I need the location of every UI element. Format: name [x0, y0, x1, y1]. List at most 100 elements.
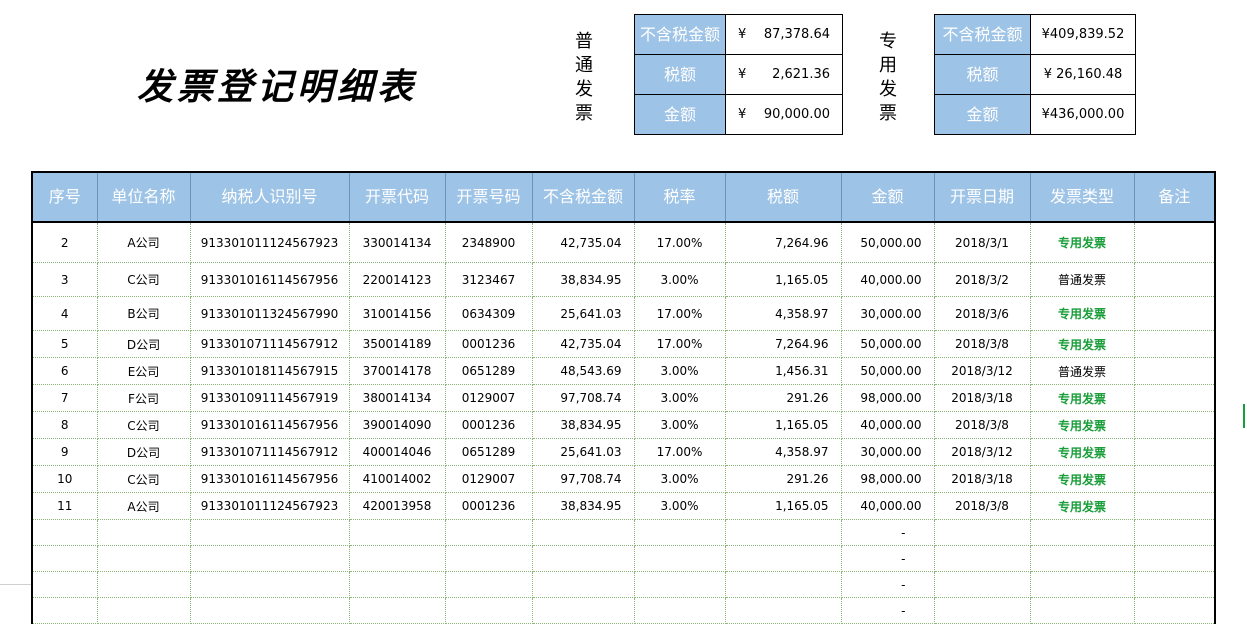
cell-pretax[interactable]: 38,834.95: [531, 262, 635, 297]
cell-note[interactable]: [1133, 357, 1216, 385]
cell-number[interactable]: 0651289: [444, 357, 533, 385]
cell-date[interactable]: 2018/3/6: [933, 296, 1031, 331]
cell-tax[interactable]: [724, 571, 842, 598]
cell-type[interactable]: 专用发票: [1029, 492, 1135, 520]
cell-note[interactable]: [1133, 492, 1216, 520]
column-header[interactable]: 不含税金额: [531, 171, 635, 223]
cell-code[interactable]: 410014002: [348, 465, 446, 493]
cell-taxid[interactable]: 913301016114567956: [189, 411, 350, 439]
cell-amount[interactable]: -: [840, 519, 935, 546]
cell-tax[interactable]: 1,165.05: [724, 492, 842, 520]
cell-taxid[interactable]: 913301018114567915: [189, 357, 350, 385]
cell-no[interactable]: [31, 597, 98, 624]
cell-rate[interactable]: [633, 545, 726, 572]
cell-taxid[interactable]: [189, 597, 350, 624]
cell-amount[interactable]: -: [840, 545, 935, 572]
cell-taxid[interactable]: [189, 571, 350, 598]
cell-note[interactable]: [1133, 438, 1216, 466]
cell-type[interactable]: 普通发票: [1029, 357, 1135, 385]
cell-rate[interactable]: 17.00%: [633, 330, 726, 358]
cell-type[interactable]: 专用发票: [1029, 330, 1135, 358]
cell-no[interactable]: 4: [31, 296, 98, 331]
cell-amount[interactable]: 40,000.00: [840, 262, 935, 297]
column-header[interactable]: 序号: [31, 171, 98, 223]
cell-rate[interactable]: 3.00%: [633, 465, 726, 493]
cell-taxid[interactable]: [189, 519, 350, 546]
cell-type[interactable]: [1029, 545, 1135, 572]
cell-no[interactable]: 8: [31, 411, 98, 439]
cell-number[interactable]: [444, 597, 533, 624]
cell-code[interactable]: 420013958: [348, 492, 446, 520]
cell-date[interactable]: 2018/3/12: [933, 357, 1031, 385]
cell-tax[interactable]: 291.26: [724, 465, 842, 493]
cell-rate[interactable]: [633, 597, 726, 624]
cell-type[interactable]: 普通发票: [1029, 262, 1135, 297]
cell-pretax[interactable]: [531, 545, 635, 572]
cell-amount[interactable]: 40,000.00: [840, 411, 935, 439]
column-header[interactable]: 纳税人识别号: [189, 171, 350, 223]
cell-amount[interactable]: 50,000.00: [840, 330, 935, 358]
summary-value-cell[interactable]: ¥87,378.64: [725, 14, 843, 55]
summary-value-cell[interactable]: ¥2,621.36: [725, 54, 843, 95]
cell-taxid[interactable]: 913301071114567912: [189, 438, 350, 466]
cell-no[interactable]: [31, 571, 98, 598]
cell-code[interactable]: 390014090: [348, 411, 446, 439]
cell-type[interactable]: 专用发票: [1029, 296, 1135, 331]
cell-pretax[interactable]: 48,543.69: [531, 357, 635, 385]
cell-pretax[interactable]: 97,708.74: [531, 384, 635, 412]
summary-value-cell[interactable]: ¥90,000.00: [725, 94, 843, 135]
cell-amount[interactable]: 98,000.00: [840, 465, 935, 493]
cell-tax[interactable]: 1,165.05: [724, 411, 842, 439]
cell-taxid[interactable]: 913301071114567912: [189, 330, 350, 358]
cell-rate[interactable]: 17.00%: [633, 222, 726, 263]
cell-type[interactable]: 专用发票: [1029, 411, 1135, 439]
cell-note[interactable]: [1133, 384, 1216, 412]
cell-tax[interactable]: [724, 519, 842, 546]
cell-amount[interactable]: 30,000.00: [840, 438, 935, 466]
cell-note[interactable]: [1133, 262, 1216, 297]
cell-code[interactable]: 380014134: [348, 384, 446, 412]
cell-company[interactable]: A公司: [96, 492, 191, 520]
cell-type[interactable]: 专用发票: [1029, 465, 1135, 493]
cell-type[interactable]: [1029, 597, 1135, 624]
cell-no[interactable]: 2: [31, 222, 98, 263]
summary-value[interactable]: ¥436,000.00: [1030, 94, 1136, 135]
cell-tax[interactable]: [724, 597, 842, 624]
cell-code[interactable]: 400014046: [348, 438, 446, 466]
cell-type[interactable]: [1029, 519, 1135, 546]
cell-company[interactable]: C公司: [96, 465, 191, 493]
cell-number[interactable]: [444, 519, 533, 546]
cell-taxid[interactable]: 913301016114567956: [189, 262, 350, 297]
cell-company[interactable]: D公司: [96, 438, 191, 466]
cell-no[interactable]: 3: [31, 262, 98, 297]
cell-amount[interactable]: 30,000.00: [840, 296, 935, 331]
cell-code[interactable]: [348, 519, 446, 546]
cell-amount[interactable]: 98,000.00: [840, 384, 935, 412]
cell-company[interactable]: A公司: [96, 222, 191, 263]
cell-date[interactable]: 2018/3/18: [933, 384, 1031, 412]
cell-rate[interactable]: 3.00%: [633, 357, 726, 385]
cell-rate[interactable]: [633, 519, 726, 546]
cell-number[interactable]: [444, 545, 533, 572]
cell-company[interactable]: C公司: [96, 262, 191, 297]
cell-number[interactable]: 2348900: [444, 222, 533, 263]
cell-pretax[interactable]: 25,641.03: [531, 438, 635, 466]
cell-pretax[interactable]: 97,708.74: [531, 465, 635, 493]
cell-pretax[interactable]: 42,735.04: [531, 330, 635, 358]
cell-no[interactable]: 9: [31, 438, 98, 466]
column-header[interactable]: 备注: [1133, 171, 1216, 223]
cell-company[interactable]: B公司: [96, 296, 191, 331]
cell-date[interactable]: 2018/3/8: [933, 411, 1031, 439]
cell-number[interactable]: 0001236: [444, 411, 533, 439]
cell-date[interactable]: 2018/3/12: [933, 438, 1031, 466]
summary-value[interactable]: ¥409,839.52: [1030, 14, 1136, 55]
cell-number[interactable]: 0129007: [444, 465, 533, 493]
cell-tax[interactable]: 4,358.97: [724, 296, 842, 331]
cell-amount[interactable]: 40,000.00: [840, 492, 935, 520]
cell-code[interactable]: [348, 597, 446, 624]
cell-date[interactable]: [933, 545, 1031, 572]
cell-date[interactable]: 2018/3/8: [933, 330, 1031, 358]
cell-note[interactable]: [1133, 222, 1216, 263]
cell-no[interactable]: 10: [31, 465, 98, 493]
cell-amount[interactable]: -: [840, 571, 935, 598]
